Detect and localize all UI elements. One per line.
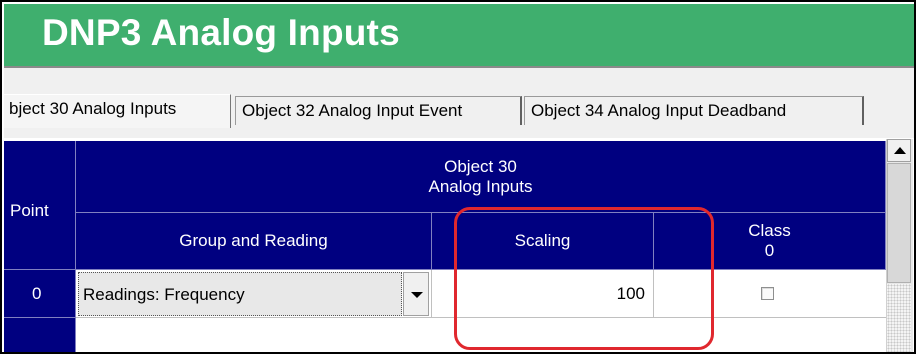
group-header-object-30: Object 30 Analog Inputs [76, 141, 886, 213]
group-and-reading-dropdown[interactable]: Readings: Frequency [78, 272, 402, 316]
chevron-down-icon[interactable] [403, 272, 429, 316]
title-bar: DNP3 Analog Inputs [4, 4, 914, 66]
analog-inputs-grid: Point Object 30 Analog Inputs Group and … [4, 141, 886, 352]
column-header-point: Point [4, 141, 76, 270]
column-header-class-0: Class 0 [654, 213, 886, 270]
column-header-class-line1: Class [748, 221, 791, 240]
column-header-group-and-reading-label: Group and Reading [179, 231, 328, 250]
column-header-point-label: Point [10, 201, 49, 221]
scaling-cell[interactable]: 100 [432, 270, 654, 318]
class-0-cell [654, 270, 886, 318]
scroll-track[interactable] [887, 284, 911, 352]
column-header-class-line2: 0 [764, 241, 775, 260]
scroll-thumb[interactable] [887, 163, 911, 283]
group-and-reading-cell: Readings: Frequency [76, 270, 432, 318]
row-header-next [4, 318, 76, 352]
column-header-group-and-reading: Group and Reading [76, 213, 432, 270]
row-header-point-0: 0 [4, 270, 76, 318]
vertical-scrollbar[interactable] [886, 139, 913, 352]
scaling-value: 100 [616, 284, 645, 303]
group-header-line1: Object 30 [444, 156, 517, 176]
column-header-scaling-label: Scaling [514, 231, 571, 250]
group-header-text: Object 30 Analog Inputs [76, 157, 885, 197]
tab-object-34-analog-input-deadband[interactable]: Object 34 Analog Input Deadband [524, 96, 864, 125]
tab-object-30-analog-inputs[interactable]: bject 30 Analog Inputs [4, 94, 231, 128]
group-and-reading-value: Readings: Frequency [83, 285, 245, 304]
column-header-class-0-text: Class 0 [654, 221, 885, 261]
group-header-line2: Analog Inputs [428, 176, 533, 196]
scroll-up-arrow-icon[interactable] [887, 139, 911, 162]
page-title: DNP3 Analog Inputs [42, 12, 400, 53]
row-point-label: 0 [32, 283, 42, 303]
tab-object-32-analog-input-event[interactable]: Object 32 Analog Input Event [235, 96, 522, 125]
class-0-checkbox[interactable] [761, 287, 774, 300]
column-header-scaling: Scaling [432, 213, 654, 270]
app-window: DNP3 Analog Inputs bject 30 Analog Input… [0, 0, 916, 354]
